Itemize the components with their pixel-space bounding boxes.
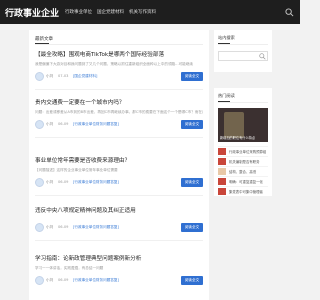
sidebar-search-input[interactable]	[218, 51, 268, 61]
article-author: 小刘	[46, 179, 54, 184]
search-icon[interactable]	[285, 8, 294, 17]
article-meta: 小刘 06-09 [行政事业单位财务问题答复] 阅读全文	[35, 177, 203, 196]
avatar	[35, 275, 44, 285]
article-item: 事业单位常年需要是否收费来源理由？ 【问题描述】这样的企业事业单位常年事业单位需…	[35, 156, 203, 196]
article-item: 贵内交通费一定要在一个城市内吗？ 问题：出差或移差从A市到的B市出差，再回C市再…	[35, 98, 203, 138]
section-title: 最新文章	[35, 37, 53, 42]
read-more-button[interactable]: 阅读全文	[181, 275, 203, 285]
article-excerpt: 学习一一体讲话，实践遵遵，有总结一问题	[35, 266, 104, 270]
article-date: 06-09	[58, 225, 69, 229]
article-title[interactable]: 【最全攻略】围观电商TikTok是哪两个国际经验部落	[35, 50, 203, 58]
article-author: 小刘	[46, 121, 54, 126]
article-meta: 小刘 06-09 [行政事业单位财务问题答复] 阅读全文	[35, 223, 203, 241]
sidebar-search-panel: 站内搜索	[214, 30, 272, 72]
article-author: 小刘	[46, 73, 54, 78]
article-title[interactable]: 学习指南：论新政管理典型问题案例新分析	[35, 254, 203, 262]
hot-list-item[interactable]: 机关编制是否有职务	[218, 156, 268, 166]
section-underline	[218, 101, 230, 102]
article-meta: 小刘 06-09 [行政事业单位财务问题答复] 阅读全文	[35, 119, 203, 138]
site-logo[interactable]: 行政事业企业	[0, 6, 62, 19]
hot-item-label: 机关编制是否有职务	[229, 160, 260, 164]
article-excerpt: 【问题描述】这样的企业事业单位常年事业单位需要	[35, 168, 118, 172]
article-category[interactable]: [行政事业单位财务问题答复]	[73, 122, 119, 127]
read-more-button[interactable]: 阅读全文	[181, 71, 203, 81]
hot-item-label: 集党表中可集中管理者	[229, 190, 263, 194]
article-author: 小刘	[46, 225, 54, 229]
thumbnail-image	[218, 148, 226, 155]
hot-list-item[interactable]: 结构、整合、高低	[218, 166, 268, 176]
hot-list-item[interactable]: 行政事业单位采购预算组	[218, 146, 268, 156]
article-date: 06-09	[58, 179, 69, 184]
thumbnail-image	[218, 178, 226, 185]
avatar	[35, 71, 44, 81]
article-item: 学习指南：论新政管理典型问题案例新分析 学习一一体讲话，实践遵遵，有总结一问题 …	[35, 254, 203, 288]
avatar	[35, 177, 44, 187]
read-more-button[interactable]: 阅读全文	[181, 223, 203, 232]
divider	[218, 101, 268, 103]
article-list-panel: 最新文章 【最全攻略】围观电商TikTok是哪两个国际经验部落 我是偏偏下大游对…	[29, 30, 209, 300]
sidebar-search-title: 站内搜索	[218, 35, 235, 40]
article-category[interactable]: [行政事业单位财务问题答复]	[73, 180, 119, 185]
article-meta: 小刘 07-03 [国企党建材料] 阅读全文	[35, 71, 203, 90]
divider	[35, 240, 203, 241]
article-title[interactable]: 违反中央八项规定精神问题及其纠正适用	[35, 206, 203, 214]
hot-list-item[interactable]: 明确：可重复重复一化	[218, 176, 268, 186]
article-category[interactable]: [行政事业单位财务问题答复]	[73, 278, 119, 283]
article-item: 违反中央八项规定精神问题及其纠正适用 小刘 06-09 [行政事业单位财务问题答…	[35, 206, 203, 241]
hot-item-label: 结构、整合、高低	[229, 170, 257, 174]
avatar	[35, 223, 44, 232]
hot-image-caption: 新增加的职位有什么特点	[220, 136, 256, 140]
article-date: 07-03	[58, 73, 69, 78]
article-title[interactable]: 事业单位常年需要是否收费来源理由？	[35, 156, 203, 164]
search-icon[interactable]	[259, 53, 266, 60]
read-more-button[interactable]: 阅读全文	[181, 119, 203, 129]
article-excerpt: 我是偏偏下大游对目和我问题到了又几个问题，策略以抓住重新组织全面种以上中的领路.…	[35, 62, 193, 66]
hot-item-label: 行政事业单位采购预算组	[229, 150, 267, 154]
article-title[interactable]: 贵内交通费一定要在一个城市内吗？	[35, 98, 203, 106]
sidebar-hot-panel: 热门阅读 新增加的职位有什么特点 行政事业单位采购预算组 机关编制是否有职务 结…	[214, 88, 272, 196]
article-author: 小刘	[46, 277, 54, 282]
read-more-button[interactable]: 阅读全文	[181, 177, 203, 187]
article-category[interactable]: [行政事业单位财务问题答复]	[73, 225, 119, 230]
divider	[35, 136, 203, 138]
divider	[35, 194, 203, 196]
nav-item-writing[interactable]: 机关写作资料	[129, 9, 156, 15]
article-excerpt: 问题：出差或移差从A市到的B市出差，再回C市再继续办事，那C市的费要在下面这个一…	[35, 110, 203, 114]
avatar	[35, 119, 44, 129]
hot-list-item[interactable]: 集党表中可集中管理者	[218, 186, 268, 196]
section-underline	[218, 43, 230, 44]
article-item: 【最全攻略】围观电商TikTok是哪两个国际经验部落 我是偏偏下大游对目和我问题…	[35, 50, 203, 90]
article-category[interactable]: [国企党建材料]	[73, 74, 97, 79]
nav-item-admin[interactable]: 行政事业单位	[65, 9, 92, 15]
thumbnail-image	[218, 158, 226, 165]
article-date: 06-09	[58, 277, 69, 282]
article-meta: 小刘 06-09 [行政事业单位财务问题答复] 阅读全文	[35, 275, 203, 288]
section-underline	[35, 43, 49, 44]
thumbnail-image	[218, 168, 226, 175]
article-date: 06-09	[58, 121, 69, 126]
divider	[35, 88, 203, 90]
nav-item-soe[interactable]: 国企党建材料	[97, 9, 124, 15]
hot-item-label: 明确：可重复重复一化	[229, 180, 263, 184]
hot-list: 行政事业单位采购预算组 机关编制是否有职务 结构、整合、高低 明确：可重复重复一…	[218, 146, 268, 196]
divider	[218, 43, 268, 45]
sidebar-hot-title: 热门阅读	[218, 93, 235, 98]
top-navbar: 行政事业企业 行政事业单位 国企党建材料 机关写作资料	[0, 0, 300, 24]
main-nav: 行政事业单位 国企党建材料 机关写作资料	[65, 9, 156, 15]
divider	[35, 44, 203, 45]
hot-article-image[interactable]: 新增加的职位有什么特点	[218, 108, 268, 142]
thumbnail-image	[218, 188, 226, 195]
